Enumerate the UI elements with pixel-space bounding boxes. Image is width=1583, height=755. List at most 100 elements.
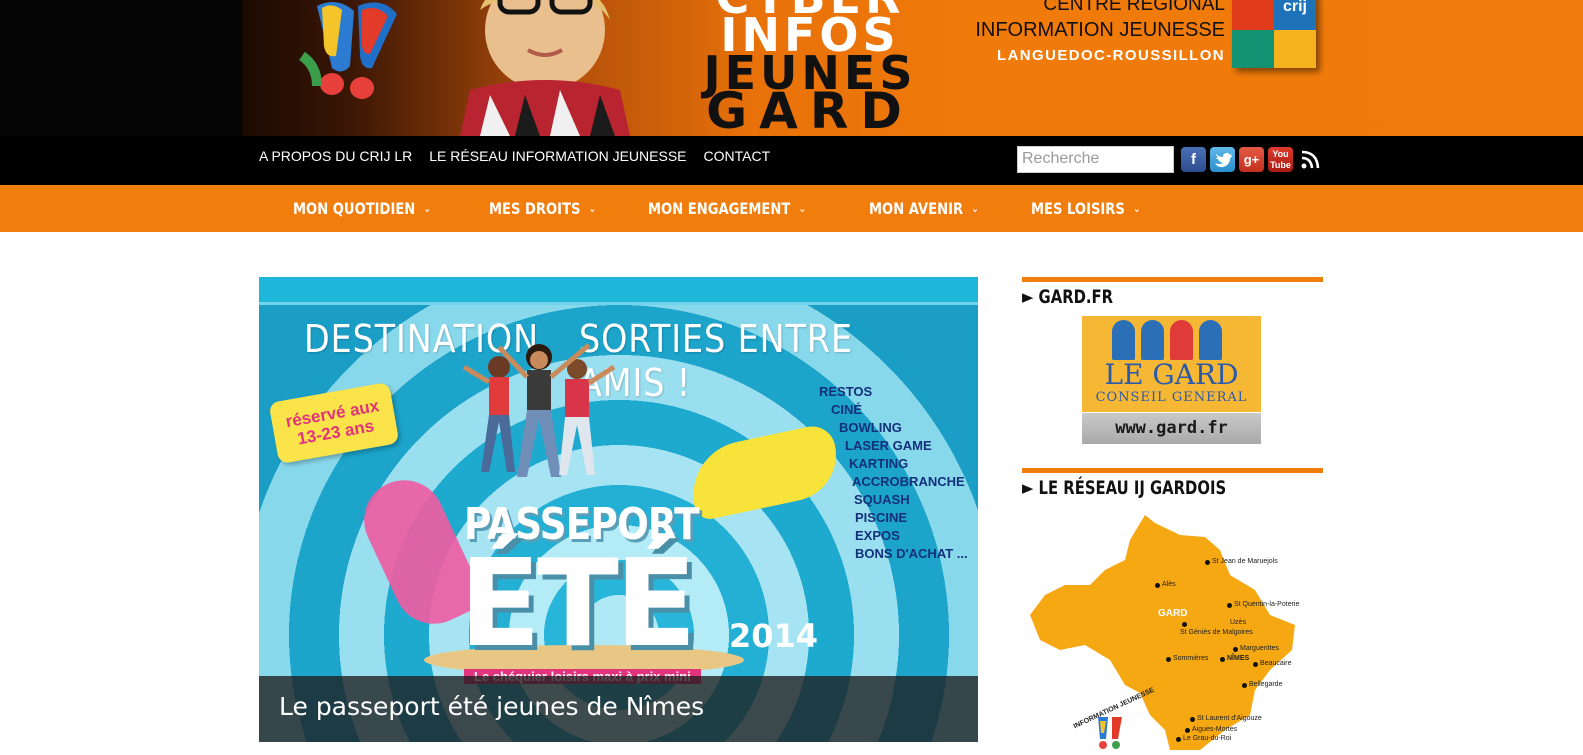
map-town-label: Le Grau-du-Roi xyxy=(1183,735,1232,742)
activity-item: KARTING xyxy=(849,456,909,471)
map-town-dot xyxy=(1182,622,1187,627)
activity-item: RESTOS xyxy=(819,384,873,399)
slide-top-band xyxy=(259,277,978,305)
gard-subtitle: CONSEIL GENERAL xyxy=(1095,390,1248,405)
map-town-dot xyxy=(1166,657,1171,662)
featured-slide[interactable]: DESTINATION SORTIES ENTRE AMIS ! réservé… xyxy=(259,277,978,742)
nav-label: MES DROITS xyxy=(489,199,581,218)
activity-item: LASER GAME xyxy=(845,438,932,453)
twitter-bird-glyph xyxy=(1215,153,1232,168)
map-town-dot xyxy=(1220,657,1225,662)
chevron-down-icon: ⌄ xyxy=(798,202,807,215)
gard-name: LE GARD xyxy=(1104,358,1239,391)
bell-shape xyxy=(1112,320,1135,360)
map-town-dot xyxy=(1242,683,1247,688)
widget-divider xyxy=(1022,468,1323,473)
map-town-dot xyxy=(1205,560,1210,565)
nav-mon-avenir[interactable]: MON AVENIR ⌄ xyxy=(869,199,979,218)
chevron-down-icon: ⌄ xyxy=(423,202,432,215)
information-jeunesse-icon xyxy=(1098,717,1122,749)
gard-map-shape xyxy=(1030,515,1295,750)
ete-title: ÉTÉ xyxy=(459,535,697,674)
nav-mon-quotidien[interactable]: MON QUOTIDIEN ⌄ xyxy=(293,199,431,218)
map-town-dot xyxy=(1185,728,1190,733)
map-town-dot xyxy=(1155,583,1160,588)
top-links: A PROPOS DU CRIJ LR LE RÉSEAU INFORMATIO… xyxy=(259,148,787,164)
slide-caption[interactable]: Le passeport été jeunes de Nîmes xyxy=(279,692,704,721)
map-region-label: GARD xyxy=(1158,608,1188,619)
rss-icon[interactable] xyxy=(1298,147,1323,172)
nav-label: MON QUOTIDIEN xyxy=(293,199,416,218)
googleplus-icon[interactable]: g+ xyxy=(1239,147,1264,172)
map-town-label: Uzès xyxy=(1230,619,1246,626)
map-town-label: St Jean de Maruejols xyxy=(1212,558,1278,565)
crij-line-2: INFORMATION JEUNESSE xyxy=(975,19,1225,41)
activity-item: PISCINE xyxy=(855,510,908,525)
chevron-down-icon: ⌄ xyxy=(1132,202,1141,215)
jumping-friends-photo xyxy=(462,343,616,477)
map-town-label: Aigues-Mortes xyxy=(1192,726,1238,733)
activity-item: BONS D'ACHAT ... xyxy=(855,546,968,561)
top-bar xyxy=(0,136,1583,185)
crij-logo-label: crij xyxy=(1282,0,1307,15)
nav-label: MES LOISIRS xyxy=(1030,199,1125,218)
chevron-down-icon: ⌄ xyxy=(588,202,597,215)
widget-title-gard: ► GARD.FR xyxy=(1022,286,1114,308)
year-label: 2014 xyxy=(729,617,819,655)
map-town-dot xyxy=(1233,647,1238,652)
nav-label: MON AVENIR xyxy=(868,199,963,218)
activity-item: BOWLING xyxy=(839,420,902,435)
link-contact[interactable]: CONTACT xyxy=(704,148,771,164)
twitter-icon[interactable] xyxy=(1210,147,1235,172)
map-town-label: Marguerittes xyxy=(1240,645,1279,652)
activities-list: RESTOS CINÉ BOWLING LASER GAME KARTING A… xyxy=(819,383,968,563)
header-banner[interactable]: CYBER INFOS JEUNES GARD CENTRE RÉGIONAL … xyxy=(0,0,1583,136)
map-town-label: Bellegarde xyxy=(1249,681,1283,688)
search-input[interactable]: Recherche xyxy=(1017,146,1174,173)
activity-item: SQUASH xyxy=(854,492,910,507)
bell-shape xyxy=(1141,320,1164,360)
map-town-label: St Géniès de Malgoires xyxy=(1180,629,1253,636)
map-town-dot xyxy=(1253,662,1258,667)
nav-label: MON ENGAGEMENT xyxy=(648,199,791,218)
widget-divider xyxy=(1022,277,1323,282)
crij-logo-yellow-square xyxy=(1274,30,1316,68)
widget-title-reseau: ► LE RÉSEAU IJ GARDOIS xyxy=(1022,477,1227,499)
nav-mes-loisirs[interactable]: MES LOISIRS ⌄ xyxy=(1031,199,1141,218)
gard-network-map[interactable]: GARD St Jean de Maruejols Alès St Quenti… xyxy=(1030,515,1310,750)
map-town-label: Alès xyxy=(1162,581,1176,588)
map-town-label: Sommières xyxy=(1173,655,1209,662)
crij-logo-green-square xyxy=(1232,30,1274,68)
map-town-label: Beaucaire xyxy=(1260,660,1292,667)
chevron-down-icon: ⌄ xyxy=(971,202,979,215)
banner-person-photo xyxy=(460,0,630,136)
main-nav: MON QUOTIDIEN ⌄ MES DROITS ⌄ MON ENGAGEMEN… xyxy=(293,185,1193,232)
activity-item: CINÉ xyxy=(831,402,863,417)
link-reseau-information-jeunesse[interactable]: LE RÉSEAU INFORMATION JEUNESSE xyxy=(429,148,686,164)
map-town-dot xyxy=(1176,737,1181,742)
map-town-label: St Laurent d'Aigouze xyxy=(1197,715,1262,722)
bell-shape xyxy=(1199,320,1222,360)
map-town-dot xyxy=(1227,603,1232,608)
map-town-label: NÎMES xyxy=(1227,655,1250,662)
facebook-icon[interactable]: f xyxy=(1181,147,1206,172)
rss-glyph xyxy=(1301,150,1320,169)
bell-shape xyxy=(1170,320,1193,360)
crij-text: CENTRE RÉGIONAL INFORMATION JEUNESSE LAN… xyxy=(900,0,1225,66)
link-a-propos[interactable]: A PROPOS DU CRIJ LR xyxy=(259,148,412,164)
nav-mon-engagement[interactable]: MON ENGAGEMENT ⌄ xyxy=(648,199,806,218)
gard-banner-link[interactable]: LE GARD CONSEIL GENERAL www.gard.fr xyxy=(1082,316,1261,444)
gard-url: www.gard.fr xyxy=(1082,413,1261,444)
map-town-label: St Quentin-la-Poterie xyxy=(1234,601,1300,608)
crij-logo[interactable]: crij xyxy=(1232,0,1316,68)
crij-line-1: CENTRE RÉGIONAL xyxy=(1043,0,1225,15)
information-jeunesse-logo[interactable] xyxy=(262,0,412,106)
brand-line-4: GARD xyxy=(706,82,914,136)
activity-item: EXPOS xyxy=(855,528,900,543)
gard-bells-icon xyxy=(1112,320,1222,360)
youtube-icon[interactable]: You Tube xyxy=(1268,147,1293,172)
activity-item: ACCROBRANCHE xyxy=(852,474,965,489)
map-town-dot xyxy=(1190,717,1195,722)
nav-mes-droits[interactable]: MES DROITS ⌄ xyxy=(489,199,596,218)
crij-logo-red-square xyxy=(1232,0,1274,30)
